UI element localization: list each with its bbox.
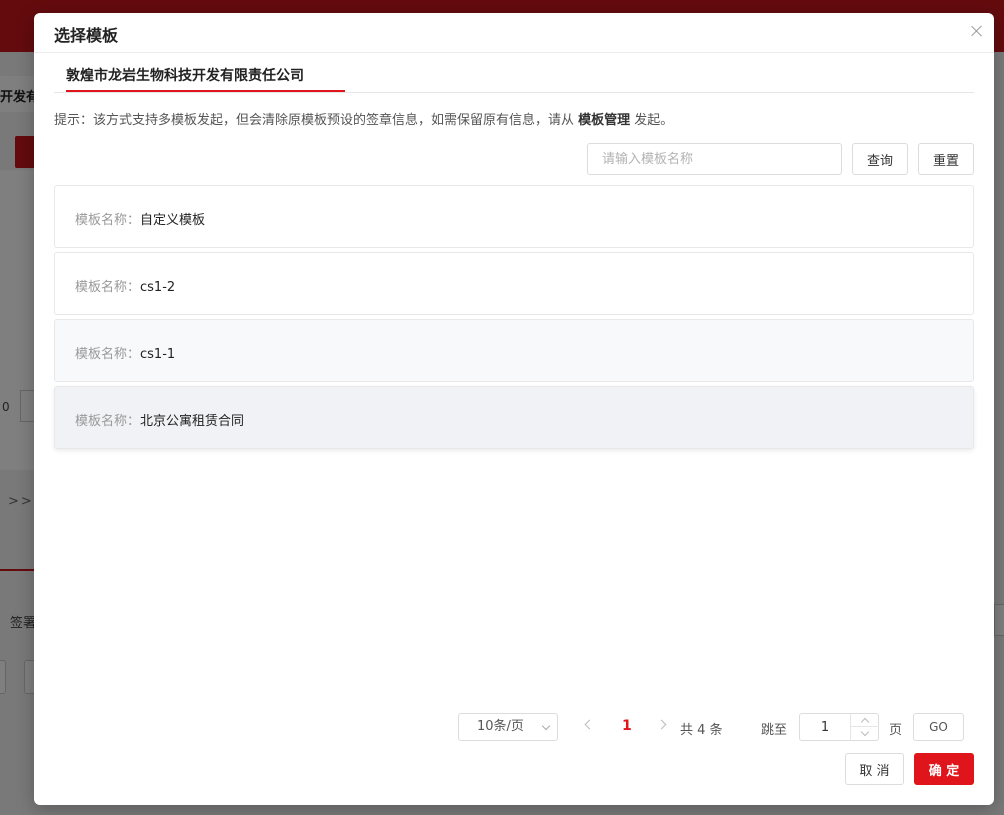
template-name-value: 北京公寓租赁合同: [140, 414, 245, 429]
company-tabs: 敦煌市龙岩生物科技开发有限责任公司: [54, 53, 974, 93]
tab-company[interactable]: 敦煌市龙岩生物科技开发有限责任公司: [66, 65, 304, 85]
total-count: 共 4 条: [680, 723, 723, 738]
template-item[interactable]: 模板名称：自定义模板: [54, 185, 974, 248]
chevron-left-icon[interactable]: [584, 719, 595, 730]
template-item[interactable]: 模板名称：cs1-1: [54, 319, 974, 382]
template-name-value: 自定义模板: [140, 213, 206, 228]
select-template-dialog: 选择模板 敦煌市龙岩生物科技开发有限责任公司 提示：该方式支持多模板发起，但会清…: [34, 13, 994, 805]
template-name-label: 模板名称：: [75, 213, 141, 228]
template-item-label: 模板名称：cs1-2: [75, 276, 175, 295]
template-name-search-input[interactable]: [587, 143, 842, 175]
chevron-down-icon: [541, 721, 551, 731]
stepper-down-icon[interactable]: [851, 727, 879, 740]
page-suffix: 页: [889, 723, 903, 738]
page-size-value: 10条/页: [477, 719, 524, 734]
hint-prefix: 提示：该方式支持多模板发起，但会清除原模板预设的签章信息，如需保留原有信息，请从: [54, 113, 579, 128]
template-name-label: 模板名称：: [75, 280, 141, 295]
dialog-header: 选择模板: [34, 13, 994, 53]
jump-page-stepper: [799, 713, 879, 741]
pagination: 10条/页 1 共 4 条 跳至 页 GO: [34, 713, 994, 741]
template-item[interactable]: 模板名称：cs1-2: [54, 252, 974, 315]
template-list: 模板名称：自定义模板 模板名称：cs1-2 模板名称：cs1-1 模板名称：北京…: [54, 185, 974, 453]
stepper-controls: [850, 714, 879, 740]
template-name-value: cs1-2: [140, 280, 176, 295]
page-number-current[interactable]: 1: [622, 718, 632, 734]
hint-text: 提示：该方式支持多模板发起，但会清除原模板预设的签章信息，如需保留原有信息，请从…: [54, 109, 673, 128]
reset-button[interactable]: 重置: [918, 143, 974, 175]
template-item[interactable]: 模板名称：北京公寓租赁合同: [54, 386, 974, 449]
chevron-right-icon[interactable]: [656, 719, 667, 730]
jump-label: 跳至: [761, 723, 788, 738]
query-button[interactable]: 查询: [852, 143, 908, 175]
template-item-label: 模板名称：自定义模板: [75, 209, 205, 228]
cancel-button[interactable]: 取 消: [845, 753, 904, 785]
tab-active-indicator: [66, 90, 345, 92]
stepper-up-icon[interactable]: [851, 714, 879, 727]
template-name-label: 模板名称：: [75, 347, 141, 362]
jump-page-input[interactable]: [800, 714, 850, 740]
dialog-title: 选择模板: [54, 26, 119, 45]
go-button[interactable]: GO: [913, 713, 964, 741]
template-item-label: 模板名称：北京公寓租赁合同: [75, 410, 244, 429]
template-name-value: cs1-1: [140, 347, 176, 362]
page-size-select[interactable]: 10条/页: [458, 713, 558, 741]
template-name-label: 模板名称：: [75, 414, 141, 429]
close-icon[interactable]: [968, 22, 986, 40]
hint-template-manage-link: 模板管理: [578, 113, 631, 128]
template-item-label: 模板名称：cs1-1: [75, 343, 175, 362]
hint-suffix: 发起。: [630, 113, 674, 128]
confirm-button[interactable]: 确 定: [914, 753, 974, 785]
